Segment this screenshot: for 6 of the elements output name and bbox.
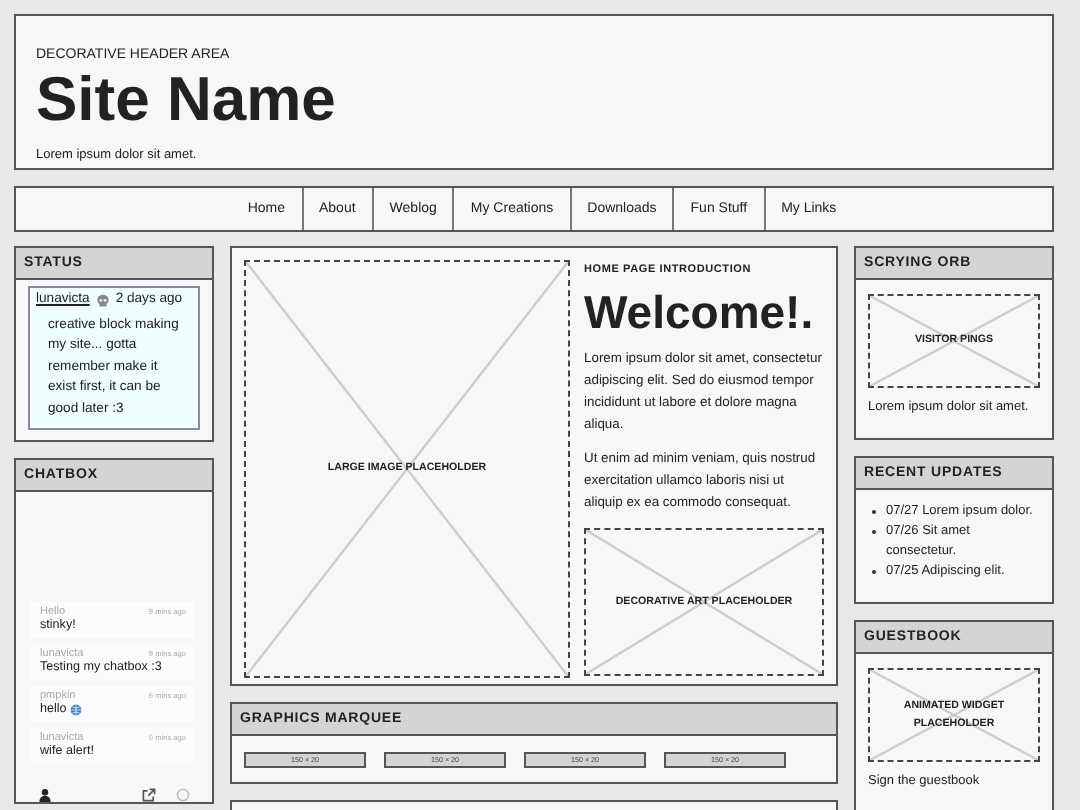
user-icon[interactable] [38,788,52,802]
skull-icon [95,293,110,308]
site-title: Site Name [36,68,336,130]
globe-icon [70,703,83,715]
external-link-icon[interactable] [142,788,156,802]
welcome-heading: Welcome!. [584,288,816,336]
